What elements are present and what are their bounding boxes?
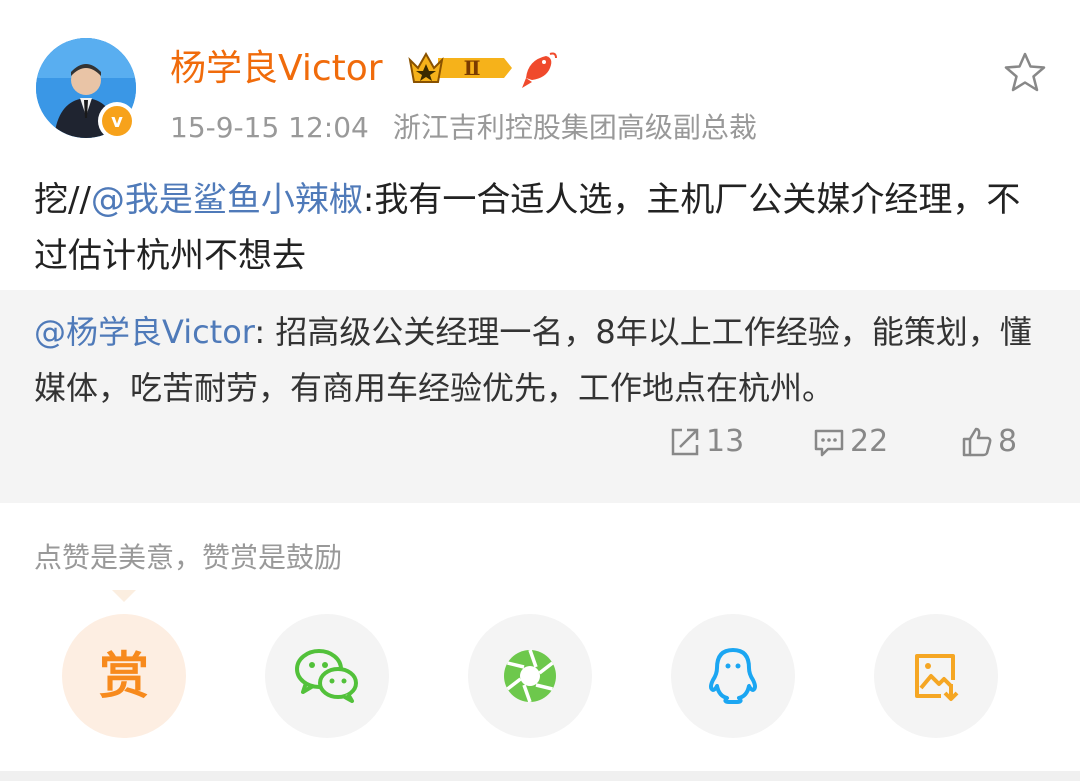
- crown-level-icon: Ⅱ: [408, 51, 512, 83]
- original-author-mention[interactable]: @杨学良Victor: [34, 313, 254, 351]
- original-post[interactable]: @杨学良Victor: 招高级公关经理一名，8年以上工作经验，能策划，懂媒体，吃…: [0, 290, 1080, 503]
- post-content: 挖//@我是鲨鱼小辣椒:我有一合适人选，主机厂公关媒介经理，不过估计杭州不想去: [34, 172, 1050, 284]
- level-badge-text: Ⅱ: [464, 56, 481, 80]
- reward-hint: 点赞是美意，赞赏是鼓励: [34, 541, 343, 574]
- original-post-text-block: @杨学良Victor: 招高级公关经理一名，8年以上工作经验，能策划，懂媒体，吃…: [34, 304, 1050, 416]
- koi-fish-icon: [522, 52, 557, 88]
- save-image-button[interactable]: [874, 614, 998, 738]
- comment-icon: [814, 429, 844, 456]
- mention-link[interactable]: @我是鲨鱼小辣椒: [91, 180, 363, 220]
- share-wechat-button[interactable]: [265, 614, 389, 738]
- moments-icon: [504, 649, 556, 703]
- bottom-divider: [0, 771, 1080, 781]
- post-prefix: 挖//: [34, 180, 91, 220]
- username[interactable]: 杨学良Victor: [170, 46, 383, 92]
- comment-count: 22: [850, 424, 889, 459]
- thumbs-up-icon: [962, 427, 992, 456]
- share-moments-button[interactable]: [468, 614, 592, 738]
- repost-icon: [671, 428, 699, 455]
- like-button[interactable]: 8: [960, 424, 1017, 459]
- reward-button[interactable]: 赏: [62, 614, 186, 738]
- qq-icon: [709, 648, 757, 704]
- reward-icon: 赏: [99, 647, 149, 705]
- wechat-icon: [295, 649, 358, 703]
- post-meta: 15-9-15 12:04 浙江吉利控股集团高级副总裁: [170, 108, 757, 148]
- share-qq-button[interactable]: [671, 614, 795, 738]
- favorite-star-icon[interactable]: [1002, 50, 1048, 96]
- user-title: 浙江吉利控股集团高级副总裁: [392, 111, 757, 144]
- post-time: 15-9-15 12:04: [170, 111, 369, 144]
- pointer-arrow: [112, 590, 136, 602]
- verified-icon: v: [102, 106, 132, 136]
- save-image-icon: [915, 654, 959, 701]
- verified-badge: v: [98, 102, 136, 140]
- post-card: v 杨学良Victor Ⅱ 15-9-15 12:04 浙江吉利控股集团高级副总裁…: [0, 0, 1080, 290]
- like-count: 8: [998, 424, 1018, 459]
- repost-count: 13: [706, 424, 745, 459]
- original-post-actions: 13 22 8: [0, 424, 1080, 474]
- comment-button[interactable]: 22: [812, 424, 888, 459]
- repost-button[interactable]: 13: [668, 424, 744, 459]
